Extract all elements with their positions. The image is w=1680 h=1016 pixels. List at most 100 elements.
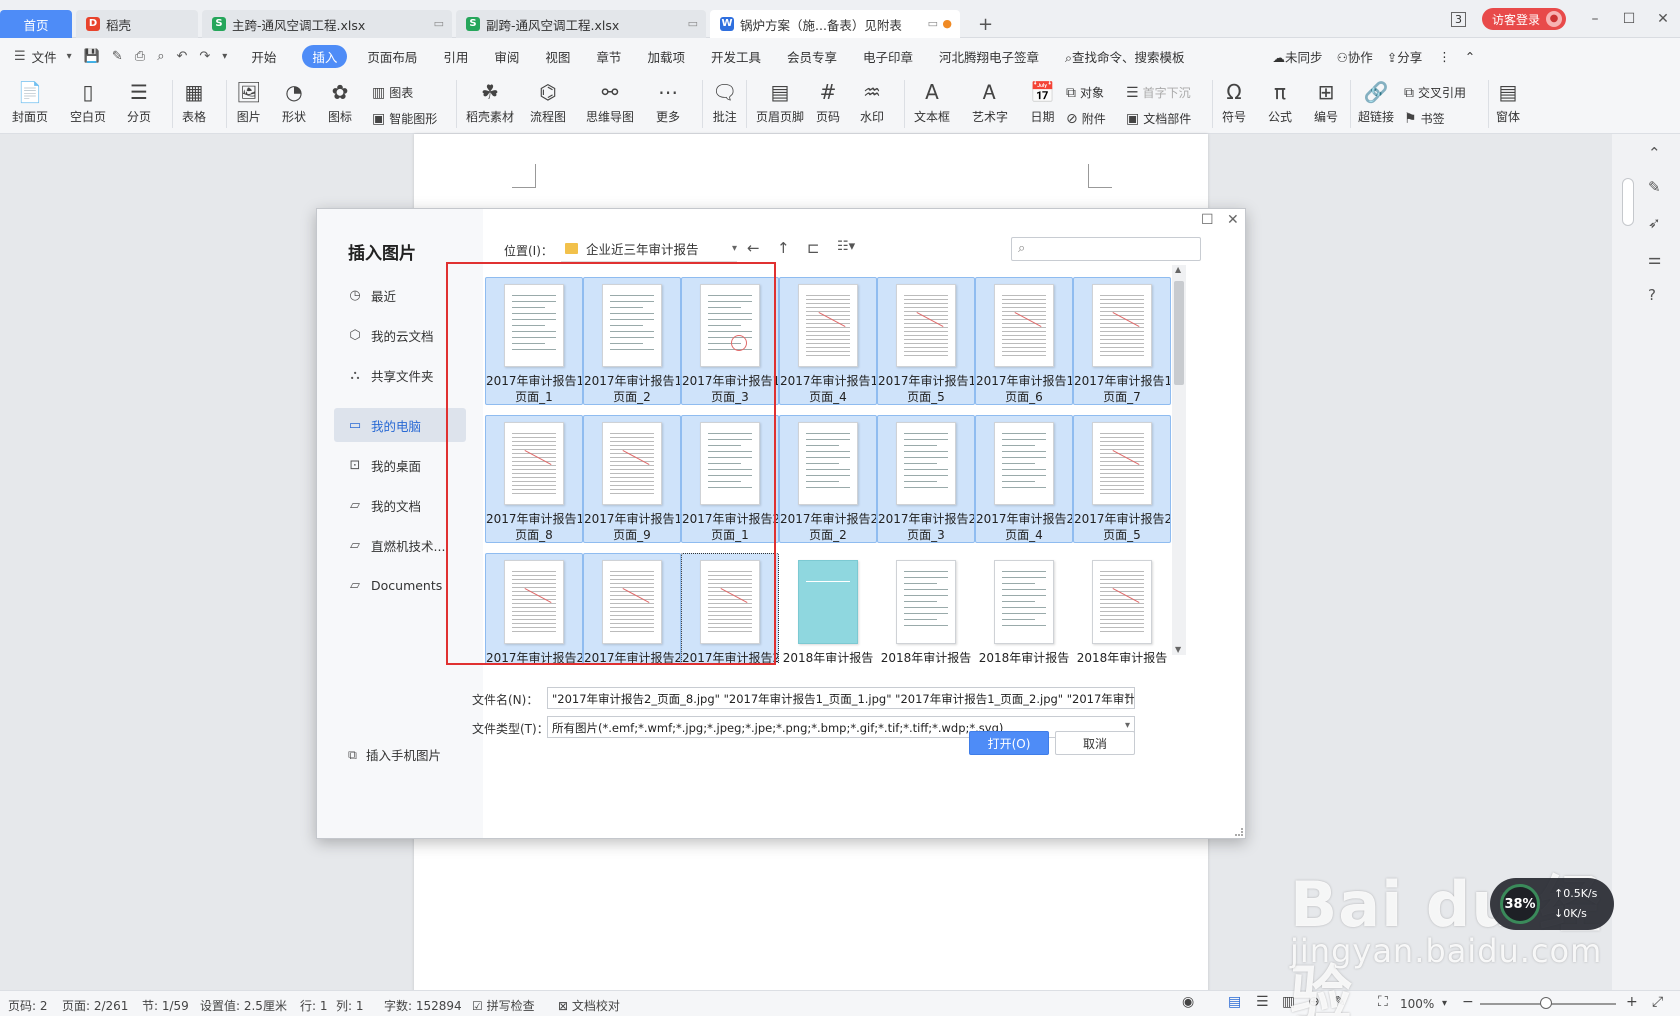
pen-icon[interactable]: ✎	[1648, 178, 1661, 196]
file-item[interactable]: 2017年审计报告1_ 页面_4	[779, 277, 877, 405]
file-item[interactable]: 2017年审计报告2_ 页面_4	[975, 415, 1073, 543]
symbol-button[interactable]: Ω 符号	[1222, 78, 1246, 125]
chevron-down-icon[interactable]: ▾	[67, 51, 72, 62]
menu-e-seal[interactable]: 电子印章	[863, 47, 913, 66]
file-item[interactable]: 2018年审计报告	[877, 553, 975, 663]
command-search[interactable]: ⌕查找命令、搜索模板	[1065, 47, 1185, 66]
panel-toggle-icon[interactable]: ⌃	[1648, 144, 1661, 162]
menu-review[interactable]: 审阅	[494, 47, 519, 66]
menu-addins[interactable]: 加载项	[647, 47, 685, 66]
menu-dev-tools[interactable]: 开发工具	[711, 47, 761, 66]
zoom-level[interactable]: 100%	[1400, 997, 1434, 1011]
scroll-down-icon[interactable]: ▼	[1175, 645, 1181, 654]
zoom-slider-thumb[interactable]	[1540, 997, 1552, 1009]
open-button[interactable]: 打开(O)	[969, 731, 1049, 755]
icon-library-button[interactable]: ✿ 图标	[328, 78, 352, 125]
cursor-icon[interactable]: ➶	[1648, 214, 1661, 232]
menu-e-signature[interactable]: 河北腾翔电子签章	[939, 47, 1039, 66]
file-item[interactable]: 2017年审计报告1_ 页面_6	[975, 277, 1073, 405]
insert-phone-picture-link[interactable]: ⧉ 插入手机图片	[348, 745, 441, 764]
scroll-up-icon[interactable]: ▲	[1175, 265, 1181, 274]
file-item[interactable]: 2017年审计报告2_	[681, 553, 779, 663]
cross-reference-button[interactable]: ⧉ 交叉引用	[1404, 84, 1466, 101]
object-button[interactable]: ⧉ 对象	[1066, 84, 1104, 101]
status-section[interactable]: 节: 1/59	[142, 997, 189, 1014]
minimize-icon[interactable]: –	[1578, 11, 1612, 27]
web-view-icon[interactable]: ⊕	[1308, 994, 1320, 1010]
share-button[interactable]: ⇪分享	[1387, 47, 1423, 66]
more-button[interactable]: ⋯ 更多	[656, 78, 680, 125]
file-item[interactable]: 2017年审计报告2_	[485, 553, 583, 663]
status-column[interactable]: 列: 1	[336, 997, 364, 1014]
page-view-icon[interactable]: ▤	[1228, 994, 1241, 1010]
file-item[interactable]: 2017年审计报告2_	[583, 553, 681, 663]
file-item[interactable]: 2017年审计报告2_ 页面_5	[1073, 415, 1171, 543]
collaborate-button[interactable]: ⚇协作	[1337, 47, 1373, 66]
sidebar-item-my-documents[interactable]: ▱ 我的文档	[334, 488, 466, 522]
sidebar-item-cloud-docs[interactable]: ⬡ 我的云文档	[334, 318, 466, 352]
view-mode-icon[interactable]: ☷▾	[837, 239, 855, 254]
mind-map-button[interactable]: ⚯ 思维导图	[586, 78, 634, 125]
settings-sliders-icon[interactable]: ⚌	[1648, 250, 1661, 268]
redo-icon[interactable]: ↷	[199, 49, 210, 64]
resize-grip-icon[interactable]	[1235, 828, 1243, 836]
file-item[interactable]: 2018年审计报告	[779, 553, 877, 663]
watermark-button[interactable]: ♒ 水印	[860, 78, 884, 125]
menu-page-layout[interactable]: 页面布局	[367, 47, 417, 66]
new-tab-plus-icon[interactable]: +	[968, 10, 998, 38]
fit-page-icon[interactable]: ⛶	[1378, 994, 1388, 1010]
flowchart-button[interactable]: ⌬ 流程图	[530, 78, 566, 125]
sidebar-item-chiller-tech[interactable]: ▱ 直燃机技术...	[334, 528, 466, 562]
status-page[interactable]: 页面: 2/261	[62, 997, 128, 1014]
monitor-icon[interactable]: ▭	[688, 17, 698, 30]
page-break-button[interactable]: ☰ 分页	[127, 78, 151, 125]
blank-page-button[interactable]: ▯ 空白页	[70, 78, 106, 125]
sidebar-item-shared-folder[interactable]: ⛬ 共享文件夹	[334, 358, 466, 392]
dialog-close-icon[interactable]: ✕	[1227, 212, 1239, 228]
format-painter-icon[interactable]: ✎	[112, 49, 123, 64]
location-dropdown[interactable]: 企业近三年审计报告 ▾	[561, 236, 737, 262]
sidebar-item-my-computer[interactable]: ▭ 我的电脑	[334, 408, 466, 442]
window-count-badge[interactable]: 3	[1450, 11, 1466, 27]
status-word-count[interactable]: 字数: 152894	[384, 997, 462, 1014]
filename-input[interactable]: "2017年审计报告2_页面_8.jpg" "2017年审计报告1_页面_1.j…	[547, 687, 1135, 709]
spell-check-toggle[interactable]: ☑ 拼写检查	[472, 997, 535, 1014]
monitor-icon[interactable]: ▭	[434, 17, 444, 30]
print-icon[interactable]: ⎙	[135, 49, 145, 64]
status-setting-value[interactable]: 设置值: 2.5厘米	[200, 997, 287, 1014]
chevron-down-icon[interactable]: ▾	[1125, 691, 1130, 702]
chevron-down-icon[interactable]: ▾	[1125, 720, 1130, 731]
status-page-code[interactable]: 页码: 2	[8, 997, 48, 1014]
comment-button[interactable]: 🗨 批注	[712, 78, 737, 125]
menu-insert[interactable]: 插入	[302, 44, 348, 68]
zoom-dropdown-icon[interactable]: ▾	[1442, 998, 1447, 1009]
hamburger-icon[interactable]: ☰	[14, 49, 26, 64]
doc-proofread-toggle[interactable]: ⊠ 文档校对	[558, 997, 620, 1014]
customize-icon[interactable]: ▾	[222, 51, 227, 62]
tab-main-span-xlsx[interactable]: S 主跨-通风空调工程.xlsx ▭	[202, 10, 452, 38]
new-folder-icon[interactable]: ⊏	[807, 239, 820, 257]
write-mode-icon[interactable]: ✎	[1334, 994, 1346, 1010]
menu-chapter[interactable]: 章节	[596, 47, 621, 66]
form-button[interactable]: ▤ 窗体	[1496, 78, 1520, 125]
document-scrollbar-thumb[interactable]	[1622, 178, 1634, 226]
file-search-input[interactable]: ⌕	[1011, 237, 1201, 261]
table-button[interactable]: ▦ 表格	[182, 78, 206, 125]
undo-icon[interactable]: ↶	[176, 49, 187, 64]
tab-docer[interactable]: D 稻壳	[76, 10, 198, 38]
smart-graphic-button[interactable]: ▣ 智能图形	[372, 110, 437, 127]
up-arrow-icon[interactable]: ↑	[777, 239, 790, 257]
file-item[interactable]: 2017年审计报告2_ 页面_3	[877, 415, 975, 543]
status-row[interactable]: 行: 1	[300, 997, 328, 1014]
formula-button[interactable]: π 公式	[1268, 78, 1292, 125]
file-item[interactable]: 2017年审计报告2_ 页面_1	[681, 415, 779, 543]
textbox-button[interactable]: A 文本框	[914, 78, 950, 125]
doc-parts-button[interactable]: ▣ 文档部件	[1126, 110, 1191, 127]
zoom-in-icon[interactable]: +	[1626, 994, 1638, 1010]
file-item[interactable]: 2017年审计报告1_ 页面_5	[877, 277, 975, 405]
numbering-button[interactable]: ⊞ 编号	[1314, 78, 1338, 125]
file-item[interactable]: 2018年审计报告	[1073, 553, 1171, 663]
word-art-button[interactable]: Ꭺ 艺术字	[972, 78, 1008, 125]
date-button[interactable]: 📅 日期	[1030, 78, 1055, 125]
tab-side-span-xlsx[interactable]: S 副跨-通风空调工程.xlsx ▭	[456, 10, 706, 38]
